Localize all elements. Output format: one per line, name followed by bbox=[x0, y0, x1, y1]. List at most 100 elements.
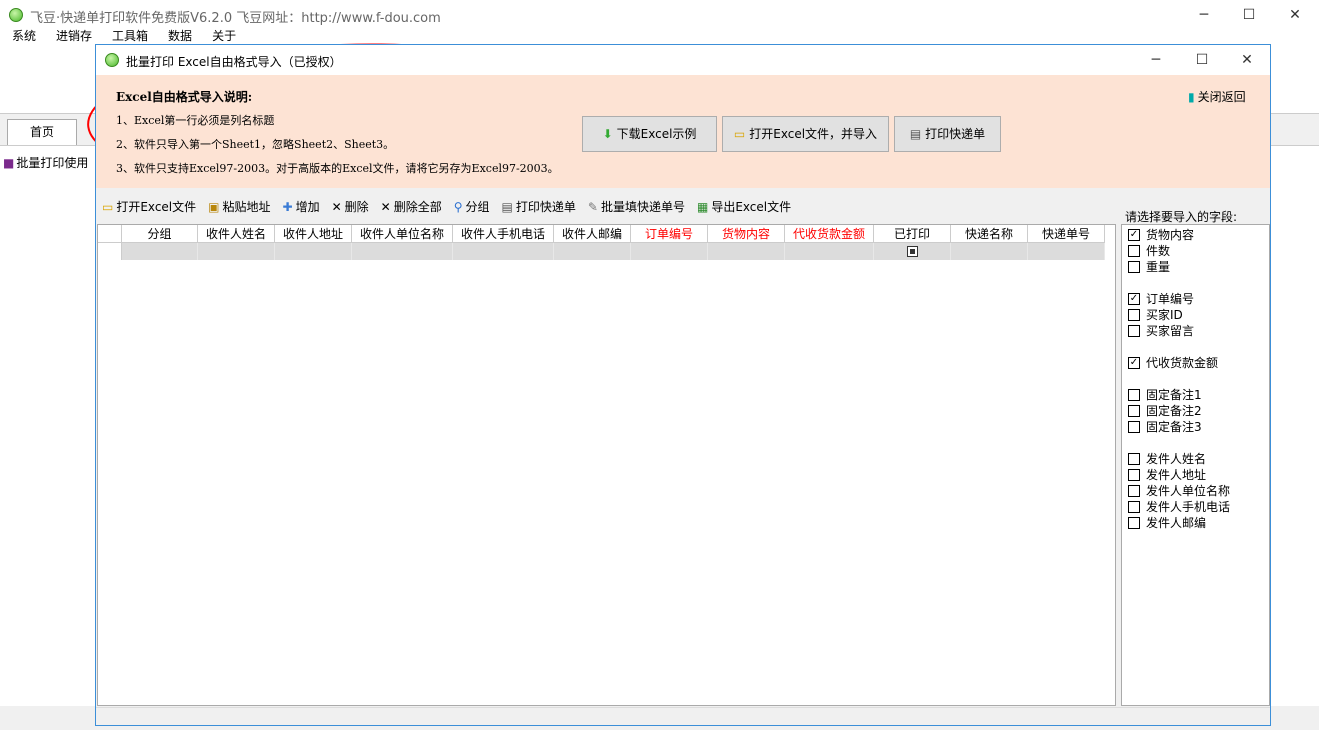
checkbox-unchecked-icon[interactable] bbox=[1128, 420, 1140, 433]
dialog-title: 批量打印 Excel自由格式导入（已授权） bbox=[126, 55, 342, 69]
column-header[interactable]: 代收货款金额 bbox=[785, 225, 874, 243]
column-header[interactable]: 收件人手机电话 bbox=[453, 225, 554, 243]
column-header[interactable]: 收件人单位名称 bbox=[352, 225, 453, 243]
column-header[interactable]: 订单编号 bbox=[631, 225, 708, 243]
clipboard-icon: ▣ bbox=[208, 199, 220, 214]
dialog-maximize-button[interactable]: ☐ bbox=[1179, 45, 1225, 75]
field-checkbox[interactable]: 买家留言 bbox=[1128, 322, 1194, 339]
dialog-minimize-button[interactable]: ─ bbox=[1133, 45, 1179, 75]
folder-icon: ▭ bbox=[102, 199, 114, 214]
grid-cell bbox=[631, 243, 708, 260]
checkbox-unchecked-icon[interactable] bbox=[1128, 516, 1140, 529]
toolbar-group[interactable]: ⚲ 分组 bbox=[454, 198, 490, 215]
printed-checkbox-icon[interactable] bbox=[906, 246, 918, 257]
field-checkbox[interactable]: 固定备注1 bbox=[1128, 386, 1202, 403]
print-button[interactable]: ▤ 打印快递单 bbox=[894, 116, 1001, 152]
column-header[interactable]: 收件人邮编 bbox=[554, 225, 631, 243]
exit-door-icon: ▮ bbox=[1188, 89, 1195, 104]
x-icon: ✕ bbox=[331, 199, 342, 214]
field-checkbox[interactable]: 固定备注2 bbox=[1128, 402, 1202, 419]
info-line-1: 1、Excel第一行必须是列名标题 bbox=[116, 114, 275, 127]
dialog-titlebar: 批量打印 Excel自由格式导入（已授权） ─ ☐ ✕ bbox=[96, 45, 1270, 75]
tab-home[interactable]: 首页 bbox=[7, 119, 77, 145]
toolbar-delete-all[interactable]: ✕ 删除全部 bbox=[381, 198, 442, 215]
app-title: 飞豆·快递单打印软件免费版V6.2.0 飞豆网址：http://www.f-do… bbox=[30, 11, 441, 26]
toolbar-export-excel[interactable]: ▦ 导出Excel文件 bbox=[697, 198, 791, 215]
checkbox-unchecked-icon[interactable] bbox=[1128, 308, 1140, 321]
checkbox-checked-icon[interactable]: ✓ bbox=[1128, 356, 1140, 369]
field-checkbox[interactable]: 发件人地址 bbox=[1128, 466, 1206, 483]
app-logo-icon bbox=[9, 8, 23, 22]
grid-cell bbox=[708, 243, 785, 260]
column-header[interactable]: 快递名称 bbox=[951, 225, 1028, 243]
grid-cell bbox=[352, 243, 453, 260]
field-checkbox[interactable]: 重量 bbox=[1128, 258, 1170, 275]
field-label: 固定备注3 bbox=[1146, 420, 1202, 434]
checkbox-unchecked-icon[interactable] bbox=[1128, 260, 1140, 273]
close-return-button[interactable]: ▮ 关闭返回 bbox=[1188, 88, 1246, 105]
grid-cell bbox=[275, 243, 352, 260]
book-icon: ■ bbox=[3, 155, 15, 170]
menu-inventory[interactable]: 进销存 bbox=[56, 30, 92, 43]
checkbox-checked-icon[interactable]: ✓ bbox=[1128, 228, 1140, 241]
column-header[interactable]: 快递单号 bbox=[1028, 225, 1105, 243]
column-header[interactable]: 分组 bbox=[122, 225, 198, 243]
column-header[interactable]: 收件人地址 bbox=[275, 225, 352, 243]
grid-cell[interactable] bbox=[874, 243, 951, 260]
menu-system[interactable]: 系统 bbox=[12, 30, 36, 43]
checkbox-unchecked-icon[interactable] bbox=[1128, 452, 1140, 465]
field-label: 买家ID bbox=[1146, 308, 1183, 322]
menu-tools[interactable]: 工具箱 bbox=[112, 30, 148, 43]
checkbox-checked-icon[interactable]: ✓ bbox=[1128, 292, 1140, 305]
field-checkbox[interactable]: 发件人单位名称 bbox=[1128, 482, 1230, 499]
toolbar-paste-address[interactable]: ▣ 粘贴地址 bbox=[208, 198, 270, 215]
field-checkbox[interactable]: 件数 bbox=[1128, 242, 1170, 259]
side-item-batch-print[interactable]: ■ 批量打印使用 bbox=[3, 154, 88, 171]
field-checkbox[interactable]: 固定备注3 bbox=[1128, 418, 1202, 435]
grid-cell bbox=[785, 243, 874, 260]
checkbox-unchecked-icon[interactable] bbox=[1128, 500, 1140, 513]
field-label: 重量 bbox=[1146, 260, 1171, 274]
checkbox-unchecked-icon[interactable] bbox=[1128, 388, 1140, 401]
column-header[interactable]: 货物内容 bbox=[708, 225, 785, 243]
field-checkbox[interactable]: 买家ID bbox=[1128, 306, 1183, 323]
field-checkbox[interactable]: 发件人邮编 bbox=[1128, 514, 1206, 531]
maximize-button[interactable]: ☐ bbox=[1226, 0, 1272, 30]
menu-data[interactable]: 数据 bbox=[168, 30, 192, 43]
dialog-close-button[interactable]: ✕ bbox=[1224, 45, 1270, 75]
grid-cell bbox=[453, 243, 554, 260]
open-import-button[interactable]: ▭ 打开Excel文件，并导入 bbox=[722, 116, 889, 152]
toolbar-batch-fill-tracking[interactable]: ✎ 批量填快递单号 bbox=[588, 198, 685, 215]
field-label: 固定备注2 bbox=[1146, 404, 1202, 418]
toolbar-open-excel[interactable]: ▭ 打开Excel文件 bbox=[102, 198, 196, 215]
plus-icon: ✚ bbox=[282, 199, 293, 214]
printer-icon: ▤ bbox=[501, 199, 513, 214]
field-label: 发件人手机电话 bbox=[1146, 500, 1231, 514]
data-grid[interactable]: 分组 收件人姓名 收件人地址 收件人单位名称 收件人手机电话 收件人邮编 订单编号 货物内容代… bbox=[97, 224, 1116, 706]
edit-icon: ✎ bbox=[587, 199, 598, 214]
field-checkbox[interactable]: ✓ 订单编号 bbox=[1128, 290, 1194, 307]
toolbar-print[interactable]: ▤ 打印快递单 bbox=[502, 198, 576, 215]
checkbox-unchecked-icon[interactable] bbox=[1128, 484, 1140, 497]
column-header[interactable]: 收件人姓名 bbox=[198, 225, 275, 243]
checkbox-unchecked-icon[interactable] bbox=[1128, 468, 1140, 481]
download-sample-button[interactable]: ⬇ 下载Excel示例 bbox=[582, 116, 717, 152]
checkbox-unchecked-icon[interactable] bbox=[1128, 244, 1140, 257]
toolbar-delete[interactable]: ✕ 删除 bbox=[332, 198, 369, 215]
field-checkbox[interactable]: ✓ 代收货款金额 bbox=[1128, 354, 1218, 371]
grid-cell bbox=[122, 243, 198, 260]
minimize-button[interactable]: ─ bbox=[1181, 0, 1227, 30]
checkbox-unchecked-icon[interactable] bbox=[1128, 404, 1140, 417]
info-line-3: 3、软件只支持Excel97-2003。对于高版本的Excel文件，请将它另存为… bbox=[116, 162, 559, 175]
column-header[interactable]: 已打印 bbox=[874, 225, 951, 243]
menu-about[interactable]: 关于 bbox=[212, 30, 236, 43]
grid-cell bbox=[1028, 243, 1105, 260]
field-checkbox[interactable]: 发件人手机电话 bbox=[1128, 498, 1230, 515]
field-label: 发件人姓名 bbox=[1146, 452, 1207, 466]
toolbar-add[interactable]: ✚ 增加 bbox=[283, 198, 320, 215]
row-selector[interactable] bbox=[98, 243, 122, 260]
close-button[interactable]: ✕ bbox=[1272, 0, 1318, 30]
field-checkbox[interactable]: ✓ 货物内容 bbox=[1128, 226, 1194, 243]
checkbox-unchecked-icon[interactable] bbox=[1128, 324, 1140, 337]
field-checkbox[interactable]: 发件人姓名 bbox=[1128, 450, 1206, 467]
